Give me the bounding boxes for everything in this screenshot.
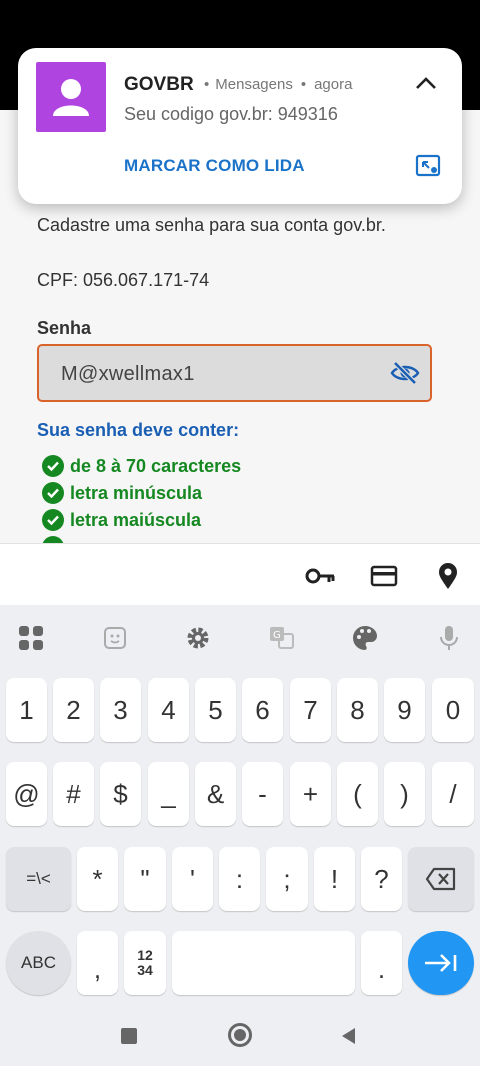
- key-comma[interactable]: ,: [77, 931, 118, 995]
- key-paren-close[interactable]: ): [384, 762, 425, 826]
- key-5[interactable]: 5: [195, 678, 236, 742]
- key-question[interactable]: ?: [361, 847, 402, 911]
- key-semicolon[interactable]: ;: [266, 847, 308, 911]
- key-paren-open[interactable]: (: [337, 762, 378, 826]
- backspace-icon: [425, 867, 456, 891]
- enter-key[interactable]: [408, 931, 474, 995]
- cpf-text: CPF: 056.067.171-74: [37, 270, 210, 290]
- check-circle-icon: [42, 482, 64, 504]
- notification-card[interactable]: GOVBR • Mensagens • agora Seu codigo gov.br…: [18, 48, 462, 204]
- notification-message: Seu codigo gov.br: 949316: [124, 104, 338, 124]
- open-window-icon[interactable]: [414, 152, 442, 180]
- intro-text: Cadastre uma senha para sua conta gov.br…: [37, 215, 386, 235]
- key-asterisk[interactable]: *: [77, 847, 118, 911]
- key-1[interactable]: 1: [6, 678, 47, 742]
- credit-card-icon[interactable]: [369, 561, 399, 591]
- avatar: [36, 62, 106, 132]
- rule-label: letra minúscula: [70, 482, 203, 503]
- key-colon[interactable]: :: [219, 847, 260, 911]
- rule-label: letra maiúscula: [70, 509, 202, 530]
- check-circle-icon: [42, 509, 64, 531]
- key-9[interactable]: 9: [384, 678, 425, 742]
- symbols-page-key[interactable]: =\<: [6, 847, 71, 911]
- rule-item-partial: [42, 536, 64, 543]
- abc-key[interactable]: ABC: [6, 931, 71, 995]
- microphone-icon[interactable]: [434, 623, 464, 653]
- apps-grid-icon[interactable]: [16, 623, 46, 653]
- back-triangle-icon[interactable]: [340, 1026, 356, 1051]
- password-label: Senha: [37, 318, 92, 338]
- key-0[interactable]: 0: [432, 678, 474, 742]
- numpad-key[interactable]: 12 34: [124, 931, 166, 995]
- rule-item: letra minúscula: [42, 482, 202, 504]
- location-pin-icon[interactable]: [433, 561, 463, 591]
- key-minus[interactable]: -: [242, 762, 283, 826]
- key-exclamation[interactable]: !: [314, 847, 355, 911]
- key-2[interactable]: 2: [53, 678, 94, 742]
- key-7[interactable]: 7: [290, 678, 331, 742]
- numpad-label: 12 34: [137, 947, 153, 978]
- translate-icon[interactable]: G: [267, 623, 297, 653]
- key-at[interactable]: @: [6, 762, 47, 826]
- key-underscore[interactable]: _: [148, 762, 189, 826]
- notification-source: Mensagens: [215, 76, 293, 93]
- key-period[interactable]: .: [361, 931, 402, 995]
- home-circle-icon[interactable]: [228, 1023, 252, 1047]
- key-ampersand[interactable]: &: [195, 762, 236, 826]
- eye-slash-icon[interactable]: [390, 360, 420, 386]
- notification-time: agora: [314, 76, 353, 93]
- password-input[interactable]: M@xwellmax1: [37, 344, 432, 402]
- rule-item: letra maiúscula: [42, 509, 201, 531]
- key-hash[interactable]: #: [53, 762, 94, 826]
- autofill-bar: [0, 543, 480, 605]
- key-double-quote[interactable]: ": [124, 847, 166, 911]
- key-6[interactable]: 6: [242, 678, 283, 742]
- password-value: M@xwellmax1: [61, 363, 195, 385]
- key-3[interactable]: 3: [100, 678, 141, 742]
- rules-title: Sua senha deve conter:: [37, 420, 240, 440]
- check-circle-icon: [42, 536, 64, 543]
- svg-text:G: G: [273, 630, 281, 641]
- sticker-icon[interactable]: [100, 623, 130, 653]
- keyboard: G 1 2 3 4 5 6 7 8 9 0 @ # $ _ & - + ( ) …: [0, 605, 480, 1005]
- palette-icon[interactable]: [350, 623, 380, 653]
- key-slash[interactable]: /: [432, 762, 474, 826]
- check-circle-icon: [42, 455, 64, 477]
- recents-square-icon[interactable]: [121, 1028, 137, 1044]
- chevron-up-icon[interactable]: [412, 70, 440, 98]
- mark-as-read-button[interactable]: MARCAR COMO LIDA: [124, 156, 305, 176]
- space-bar[interactable]: [172, 931, 355, 995]
- key-4[interactable]: 4: [148, 678, 189, 742]
- notification-meta: • Mensagens • agora: [204, 76, 353, 93]
- key-icon[interactable]: [305, 561, 335, 591]
- rule-label: de 8 à 70 caracteres: [70, 455, 242, 476]
- navigation-bar: [0, 1005, 480, 1066]
- gear-icon[interactable]: [183, 623, 213, 653]
- tab-arrow-icon: [425, 954, 457, 972]
- backspace-key[interactable]: [408, 847, 474, 911]
- rule-item: de 8 à 70 caracteres: [42, 455, 241, 477]
- notification-app-name: GOVBR: [124, 74, 194, 95]
- key-single-quote[interactable]: ': [172, 847, 213, 911]
- key-8[interactable]: 8: [337, 678, 378, 742]
- key-dollar[interactable]: $: [100, 762, 141, 826]
- key-plus[interactable]: +: [290, 762, 331, 826]
